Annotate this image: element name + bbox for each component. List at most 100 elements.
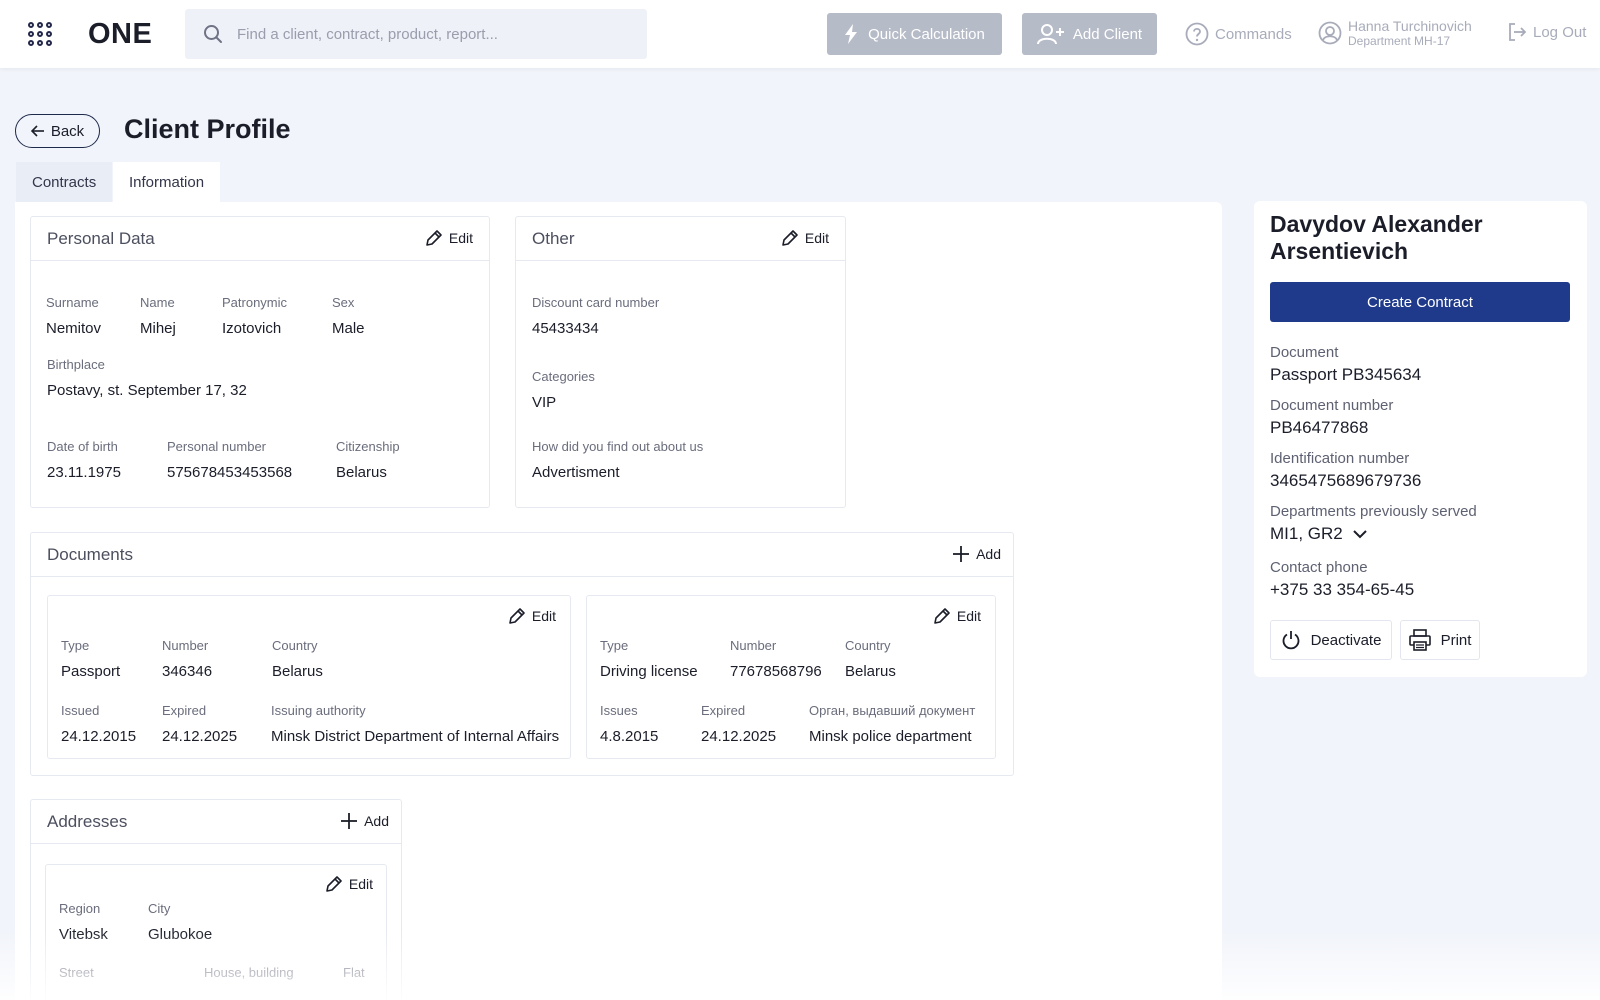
address-item: Edit Region Vitebsk City Glubokoe Street… — [45, 864, 387, 1000]
personal-number-label: Personal number — [167, 439, 266, 454]
arrow-left-icon — [30, 125, 44, 137]
top-bar: ONE Quick Calculation Add Client Command… — [0, 0, 1600, 68]
apps-grid-icon[interactable] — [28, 22, 52, 46]
edit-label: Edit — [348, 876, 373, 892]
search-icon — [204, 25, 222, 43]
city-value: Glubokoe — [148, 926, 213, 943]
doc-type-label: Type — [600, 638, 629, 653]
logout-link[interactable]: Log Out — [1507, 22, 1586, 42]
flat-label: Flat — [343, 965, 365, 980]
deactivate-button[interactable]: Deactivate — [1270, 620, 1392, 660]
tab-contracts[interactable]: Contracts — [16, 162, 113, 202]
edit-address-button[interactable]: Edit — [325, 875, 373, 893]
name-value: Mihej — [140, 320, 176, 337]
plus-icon — [953, 546, 970, 562]
doc-country-label: Country — [845, 638, 891, 653]
edit-document-button[interactable]: Edit — [933, 607, 981, 625]
doc-expired-value: 24.12.2025 — [701, 728, 777, 745]
add-address-button[interactable]: Add — [340, 812, 389, 830]
doc-authority-label: Issuing authority — [271, 703, 366, 718]
add-client-button[interactable]: Add Client — [1022, 13, 1157, 55]
create-contract-button[interactable]: Create Contract — [1270, 282, 1570, 322]
doc-number-value: 346346 — [162, 663, 213, 680]
citizenship-value: Belarus — [336, 464, 387, 481]
edit-document-button[interactable]: Edit — [508, 607, 556, 625]
card-header: Documents Add — [31, 533, 1013, 577]
pencil-icon — [782, 230, 798, 246]
quick-calculation-button[interactable]: Quick Calculation — [827, 13, 1002, 55]
city-label: City — [148, 901, 171, 916]
add-user-icon — [1036, 24, 1064, 45]
commands-link[interactable]: Commands — [1185, 22, 1292, 46]
edit-label: Edit — [956, 608, 981, 624]
doc-number-label: Number — [730, 638, 777, 653]
card-header: Other Edit — [516, 217, 845, 261]
add-label: Add — [976, 546, 1001, 562]
search-bar[interactable] — [185, 9, 647, 59]
doc-expired-label: Expired — [701, 703, 746, 718]
other-card: Other Edit Discount card number 45433434… — [515, 216, 846, 508]
user-menu[interactable]: Hanna Turchinovich Department MH-17 — [1318, 18, 1472, 48]
edit-personal-button[interactable]: Edit — [425, 229, 473, 247]
doc-issued-value: 4.8.2015 — [600, 728, 659, 745]
lightning-icon — [845, 24, 858, 44]
identification-value: 3465475689679736 — [1270, 471, 1422, 490]
doc-number-value: PB46477868 — [1270, 418, 1369, 437]
birthplace-label: Birthplace — [47, 357, 105, 372]
back-label: Back — [50, 122, 85, 140]
pencil-icon — [326, 876, 342, 892]
discount-label: Discount card number — [532, 295, 660, 310]
doc-expired-label: Expired — [162, 703, 207, 718]
doc-number-value: 77678568796 — [730, 663, 822, 680]
citizenship-label: Citizenship — [336, 439, 400, 454]
pencil-icon — [426, 230, 442, 246]
add-client-label: Add Client — [1072, 25, 1143, 43]
phone-value[interactable]: +375 33 354-65-45 — [1270, 580, 1414, 600]
add-document-button[interactable]: Add — [952, 545, 1001, 563]
doc-issued-label: Issued — [61, 703, 100, 718]
quick-calculation-label: Quick Calculation — [868, 25, 985, 43]
tab-information[interactable]: Information — [113, 162, 221, 202]
document-label: Document — [1270, 344, 1339, 361]
phone-label: Contact phone — [1270, 559, 1368, 576]
deactivate-label: Deactivate — [1310, 631, 1382, 649]
doc-authority-value: Minsk police department — [809, 728, 972, 745]
patronymic-label: Patronymic — [222, 295, 288, 310]
departments-dropdown[interactable]: MI1, GR2 — [1270, 524, 1367, 544]
documents-card: Documents Add Edit Type Passport Number … — [30, 532, 1014, 776]
back-button[interactable]: Back — [15, 114, 100, 148]
personal-number-value: 575678453453568 — [167, 464, 293, 481]
doc-country-value: Belarus — [272, 663, 323, 680]
personal-data-title: Personal Data — [47, 229, 155, 248]
region-label: Region — [59, 901, 101, 916]
doc-country-value: Belarus — [845, 663, 896, 680]
document-item: Edit Type Driving license Number 7767856… — [586, 595, 996, 759]
search-input[interactable] — [237, 25, 617, 43]
help-icon — [1185, 22, 1209, 46]
print-button[interactable]: Print — [1400, 620, 1480, 660]
categories-value: VIP — [532, 394, 557, 411]
doc-expired-value: 24.12.2025 — [162, 728, 238, 745]
departments-value: MI1, GR2 — [1270, 524, 1343, 543]
main-panel: Personal Data Edit Surname Nemitov Name … — [15, 202, 1222, 1000]
personal-data-card: Personal Data Edit Surname Nemitov Name … — [30, 216, 490, 508]
surname-value: Nemitov — [46, 320, 102, 337]
doc-number-label: Document number — [1270, 397, 1394, 414]
surname-label: Surname — [46, 295, 99, 310]
region-value: Vitebsk — [59, 926, 108, 943]
house-label: House, building — [204, 965, 294, 980]
add-label: Add — [364, 813, 389, 829]
categories-label: Categories — [532, 369, 595, 384]
user-department: Department MH-17 — [1348, 34, 1451, 48]
app-logo[interactable]: ONE — [88, 18, 152, 51]
document-item: Edit Type Passport Number 346346 Country… — [47, 595, 571, 759]
addresses-title: Addresses — [47, 812, 128, 831]
doc-type-label: Type — [61, 638, 90, 653]
edit-other-button[interactable]: Edit — [781, 229, 829, 247]
pencil-icon — [934, 608, 950, 624]
source-value: Advertisment — [532, 464, 620, 481]
doc-country-label: Country — [272, 638, 318, 653]
other-title: Other — [532, 229, 575, 248]
edit-label: Edit — [804, 230, 829, 246]
birthplace-value: Postavy, st. September 17, 32 — [47, 382, 247, 399]
